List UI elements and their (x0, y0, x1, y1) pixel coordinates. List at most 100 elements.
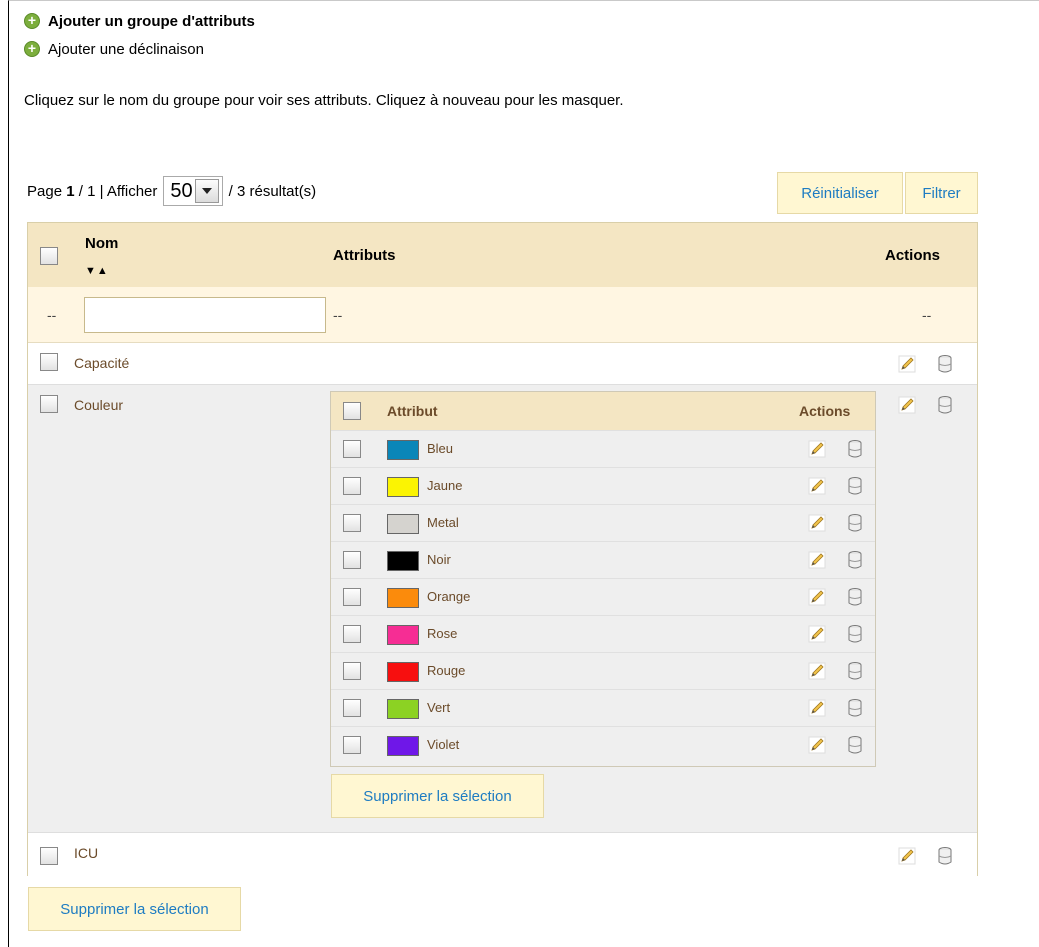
delete-icon[interactable] (847, 698, 863, 718)
delete-icon[interactable] (847, 661, 863, 681)
reset-button[interactable]: Réinitialiser (777, 172, 903, 214)
delete-icon[interactable] (847, 550, 863, 570)
edit-icon[interactable] (807, 439, 827, 459)
color-swatch (387, 625, 419, 645)
attribute-checkbox[interactable] (343, 514, 361, 532)
attribute-name[interactable]: Violet (427, 737, 459, 752)
attribute-checkbox[interactable] (343, 588, 361, 606)
delete-icon[interactable] (847, 476, 863, 496)
add-attribute-group-label: Ajouter un groupe d'attributs (48, 12, 255, 30)
table-header: Nom ▼▲ Attributs Actions (28, 223, 977, 287)
add-icon: + (24, 41, 40, 57)
attribute-name[interactable]: Bleu (427, 441, 453, 456)
color-swatch (387, 736, 419, 756)
chevron-down-icon[interactable] (194, 179, 219, 203)
attribute-checkbox[interactable] (343, 477, 361, 495)
pagination: Page 1 / 1 | Afficher 50 / 3 résultat(s) (27, 176, 316, 206)
page-total-label: / 1 | Afficher (78, 182, 158, 200)
delete-icon[interactable] (847, 587, 863, 607)
delete-icon[interactable] (847, 513, 863, 533)
color-swatch (387, 514, 419, 534)
color-swatch (387, 440, 419, 460)
attribute-row: Vert (331, 689, 875, 726)
column-name-header: Nom (85, 235, 119, 252)
table-row: ICU (28, 833, 977, 877)
select-all-attributes-checkbox[interactable] (343, 402, 361, 420)
add-icon: + (24, 13, 40, 29)
per-page-select[interactable]: 50 (163, 176, 223, 206)
name-filter-input[interactable] (84, 297, 326, 333)
attribute-checkbox[interactable] (343, 440, 361, 458)
color-swatch (387, 699, 419, 719)
page-current: 1 (66, 182, 75, 200)
add-variation-label: Ajouter une déclinaison (48, 40, 204, 58)
attribute-row: Bleu (331, 430, 875, 467)
edit-icon[interactable] (807, 476, 827, 496)
filter-button[interactable]: Filtrer (905, 172, 978, 214)
column-actions-header: Actions (885, 247, 941, 264)
filter-dash: -- (922, 307, 932, 323)
edit-icon[interactable] (807, 698, 827, 718)
filter-dash: -- (333, 307, 343, 323)
attribute-checkbox[interactable] (343, 699, 361, 717)
attribute-checkbox[interactable] (343, 662, 361, 680)
edit-icon[interactable] (807, 550, 827, 570)
attribute-row: Rose (331, 615, 875, 652)
delete-icon[interactable] (937, 354, 953, 374)
add-attribute-group-link[interactable]: + Ajouter un groupe d'attributs (24, 10, 255, 32)
add-variation-link[interactable]: + Ajouter une déclinaison (24, 38, 204, 60)
color-swatch (387, 477, 419, 497)
attribute-name[interactable]: Rouge (427, 663, 465, 678)
edit-icon[interactable] (807, 661, 827, 681)
attribute-row: Noir (331, 541, 875, 578)
attributes-subtable: Attribut Actions Bleu Jaune Metal Noir Orang… (330, 391, 876, 767)
delete-attributes-selection-button[interactable]: Supprimer la sélection (331, 774, 544, 818)
attribute-row: Orange (331, 578, 875, 615)
attribute-row: Violet (331, 726, 875, 763)
edit-icon[interactable] (897, 354, 917, 374)
color-swatch (387, 551, 419, 571)
attribute-checkbox[interactable] (343, 736, 361, 754)
select-all-checkbox[interactable] (40, 247, 58, 265)
delete-icon[interactable] (937, 395, 953, 415)
attribute-name[interactable]: Orange (427, 589, 470, 604)
attribute-checkbox[interactable] (343, 625, 361, 643)
table-row: Capacité (28, 343, 977, 385)
attribute-name[interactable]: Noir (427, 552, 451, 567)
results-count: / 3 résultat(s) (228, 182, 317, 200)
attribute-checkbox[interactable] (343, 551, 361, 569)
attribute-row: Rouge (331, 652, 875, 689)
edit-icon[interactable] (807, 624, 827, 644)
edit-icon[interactable] (897, 395, 917, 415)
row-checkbox[interactable] (40, 395, 58, 413)
group-name[interactable]: Capacité (74, 355, 129, 371)
attribute-name[interactable]: Jaune (427, 478, 462, 493)
delete-icon[interactable] (847, 735, 863, 755)
help-text: Cliquez sur le nom du groupe pour voir s… (24, 92, 624, 109)
row-checkbox[interactable] (40, 847, 58, 865)
delete-icon[interactable] (847, 624, 863, 644)
color-swatch (387, 662, 419, 682)
delete-selection-button[interactable]: Supprimer la sélection (28, 887, 241, 931)
edit-icon[interactable] (807, 735, 827, 755)
group-name[interactable]: Couleur (74, 397, 123, 413)
column-actions-header: Actions (799, 403, 851, 419)
delete-icon[interactable] (847, 439, 863, 459)
group-name[interactable]: ICU (74, 845, 98, 861)
sort-arrows-icon[interactable]: ▼▲ (85, 265, 109, 277)
attribute-row: Jaune (331, 467, 875, 504)
subtable-header: Attribut Actions (331, 392, 875, 430)
edit-icon[interactable] (807, 513, 827, 533)
delete-icon[interactable] (937, 846, 953, 866)
column-attribute-header: Attribut (387, 403, 438, 419)
edit-icon[interactable] (807, 587, 827, 607)
edit-icon[interactable] (897, 846, 917, 866)
page-prefix: Page (27, 182, 63, 200)
per-page-value: 50 (170, 179, 193, 202)
attribute-name[interactable]: Metal (427, 515, 459, 530)
attribute-name[interactable]: Vert (427, 700, 450, 715)
attribute-name[interactable]: Rose (427, 626, 457, 641)
row-checkbox[interactable] (40, 353, 58, 371)
attribute-row: Metal (331, 504, 875, 541)
filter-dash: -- (47, 307, 57, 323)
